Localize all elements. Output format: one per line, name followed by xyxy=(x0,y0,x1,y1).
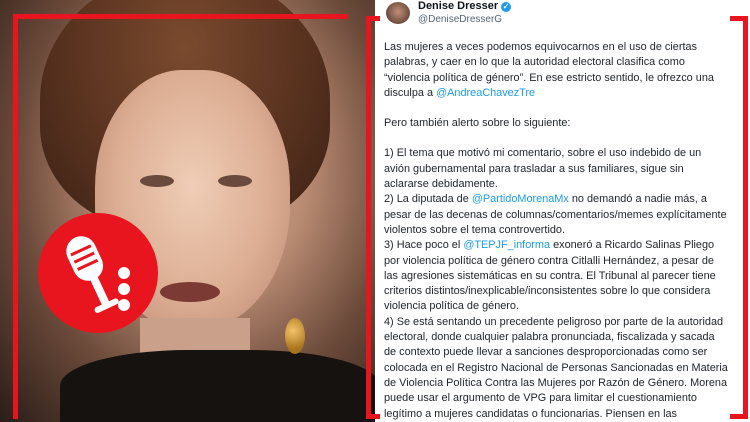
tweet-body: Las mujeres a veces podemos equivocarnos… xyxy=(384,40,728,422)
mention-morena[interactable]: @PartidoMorenaMx xyxy=(472,193,569,205)
author-name[interactable]: Denise Dresser ✓ xyxy=(418,0,512,12)
avatar[interactable] xyxy=(386,2,410,24)
microphone-icon xyxy=(66,236,130,313)
mention-tepjf[interactable]: @TEPJF_informa xyxy=(463,239,550,251)
item3-prefix: 3) Hace poco el xyxy=(384,239,461,252)
list-item-1: 1) El tema que motivó mi comentario, sob… xyxy=(384,147,702,191)
author-handle[interactable]: @DeniseDresserG xyxy=(418,14,502,25)
tweet-card: Denise Dresser ✓ @DeniseDresserG Las muje… xyxy=(380,0,730,422)
mention-andrea[interactable]: @AndreaChavezTre xyxy=(436,87,535,99)
verified-badge-icon: ✓ xyxy=(501,2,512,12)
apology-text: Las mujeres a veces podemos equivocarnos… xyxy=(384,41,714,99)
paragraph-apology: Las mujeres a veces podemos equivocarnos… xyxy=(384,40,728,101)
list-item-2: 2) La diputada de @PartidoMorenaMx no de… xyxy=(384,192,728,238)
list-item-3: 3) Hace poco el @TEPJF_informa exoneró a… xyxy=(384,238,728,314)
microphone-badge xyxy=(38,213,158,333)
paragraph-warning: Pero también alerto sobre lo siguiente: xyxy=(384,117,571,130)
list-item-4: 4) Se está sentando un precedente peligr… xyxy=(384,315,728,420)
item2-prefix: 2) La diputada de xyxy=(384,193,469,206)
author-name-text: Denise Dresser xyxy=(418,0,499,12)
